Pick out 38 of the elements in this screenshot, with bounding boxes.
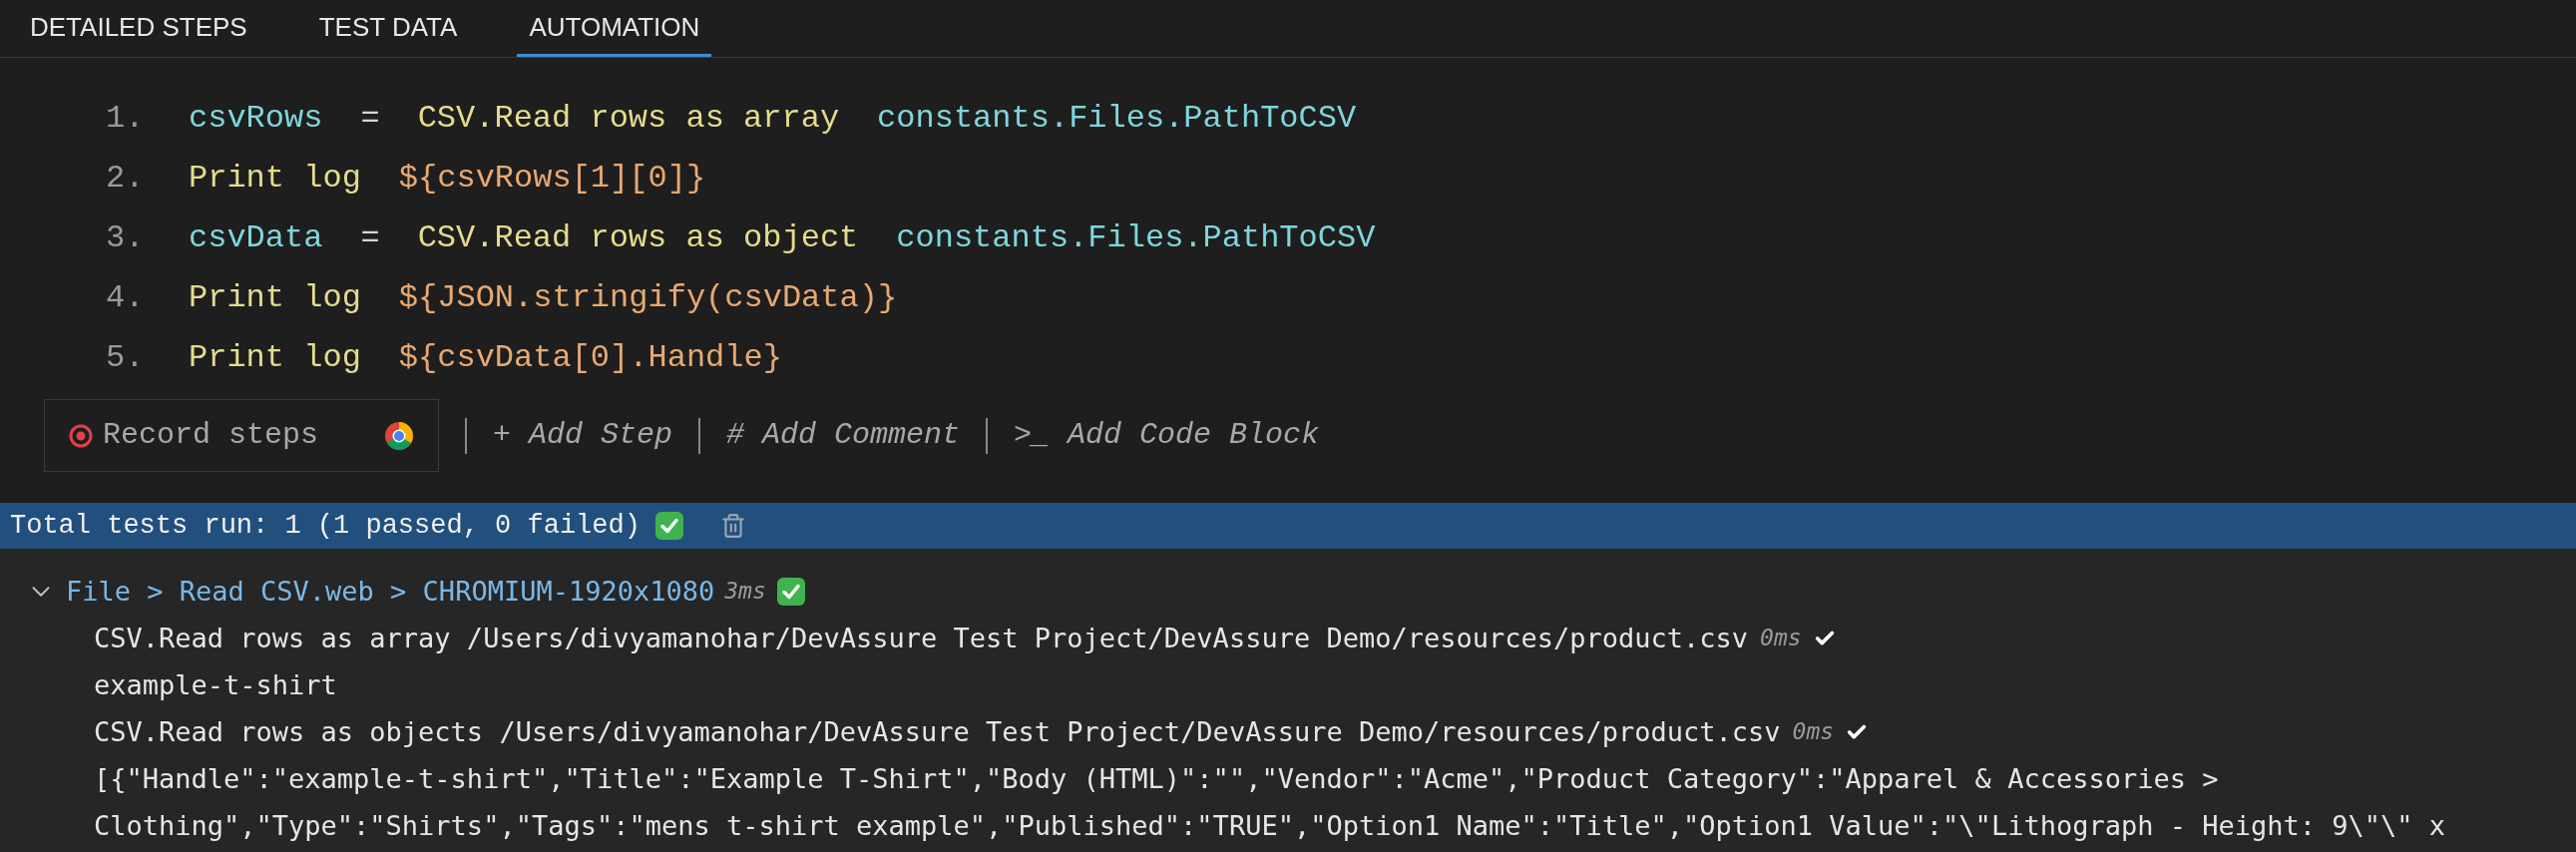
tab[interactable]: DETAILED STEPS xyxy=(18,0,259,57)
delete-icon[interactable] xyxy=(719,513,746,539)
duration: 0ms xyxy=(1760,624,1802,652)
code-token: constants.Files.PathToCSV xyxy=(896,218,1376,258)
toolbar-action[interactable]: >_ Add Code Block xyxy=(1014,413,1320,458)
code-token: = xyxy=(360,99,380,139)
tab[interactable]: TEST DATA xyxy=(306,0,470,57)
step-log: CSV.Read rows as objects /Users/divyamanohar/DevAssure Test Project/DevAssure Demo/resources/product.csv xyxy=(94,715,1781,749)
code-token: = xyxy=(360,218,380,258)
duration: 0ms xyxy=(1792,717,1835,746)
log-output: example-t-shirt xyxy=(94,668,337,702)
code-token: CSV.Read rows as object xyxy=(417,218,859,258)
toolbar-action[interactable]: # Add Comment xyxy=(726,413,961,458)
test-path[interactable]: File > Read CSV.web > CHROMIUM-1920x1080 xyxy=(66,568,715,615)
line-number: 4. xyxy=(106,278,146,318)
toolbar-action[interactable]: + Add Step xyxy=(493,413,673,458)
line-number: 2. xyxy=(106,159,146,199)
code-token: Print log xyxy=(189,338,361,378)
line-number: 1. xyxy=(106,99,146,139)
record-steps-button[interactable]: Record steps xyxy=(44,399,439,472)
line-number: 5. xyxy=(106,338,146,378)
code-token: ${csvData[0].Handle} xyxy=(398,338,782,378)
code-token: ${csvRows[1][0]} xyxy=(398,159,706,199)
code-token: ${JSON.stringify(csvData)} xyxy=(398,278,898,318)
record-icon xyxy=(69,423,93,448)
step-log: CSV.Read rows as array /Users/divyamanohar/DevAssure Test Project/DevAssure Demo/resources/product.csv xyxy=(94,622,1749,655)
code-token: csvRows xyxy=(189,99,323,139)
chrome-icon xyxy=(384,420,414,451)
duration: 3ms xyxy=(724,577,766,606)
code-token: Print log xyxy=(189,159,361,199)
status-text: Total tests run: 1 (1 passed, 0 failed) xyxy=(10,509,641,543)
line-number: 3. xyxy=(106,218,146,258)
code-token: constants.Files.PathToCSV xyxy=(877,99,1357,139)
tab[interactable]: AUTOMATION xyxy=(517,0,712,57)
log-output: [{"Handle":"example-t-shirt","Title":"Example T-Shirt","Body (HTML)":"","Vendor":"Acme","Product Category":"Apparel & Accessories > Clothing","Type":"Shirts","Tags":"mens t-shirt example","Published":"TRUE","Option1 Name":"Title","Option1 Value":"\"Lithograph - Height: 9\"\" x xyxy=(94,762,2447,843)
code-token: Print log xyxy=(189,278,361,318)
code-token: CSV.Read rows as array xyxy=(417,99,840,139)
code-token: csvData xyxy=(189,218,323,258)
